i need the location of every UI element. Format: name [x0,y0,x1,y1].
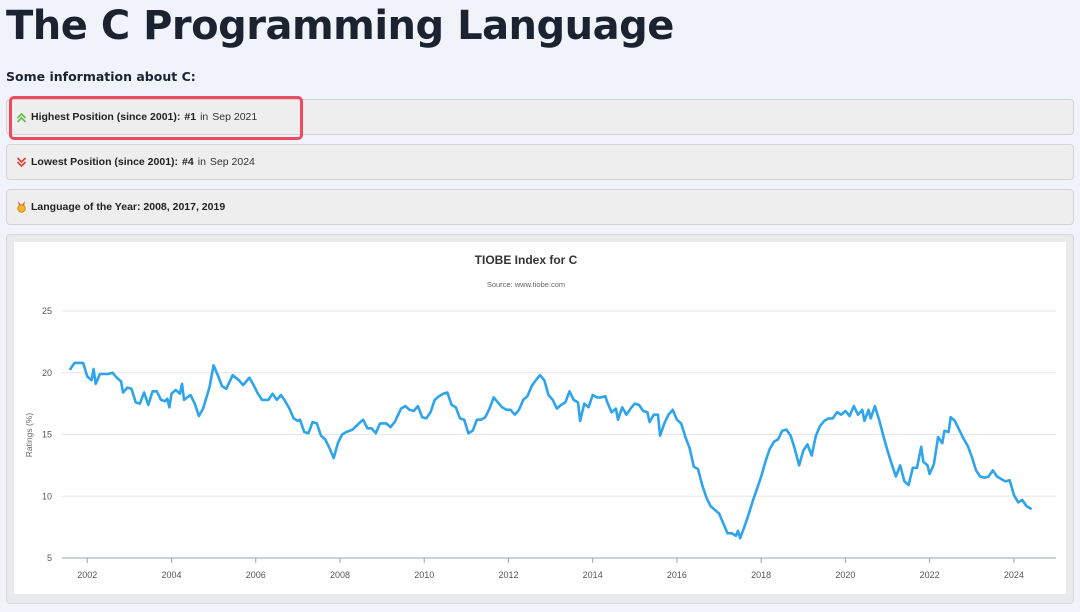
y-axis-label: Ratings (%) [24,413,34,458]
x-tick-label: 2024 [1004,570,1024,580]
double-chevron-down-icon [15,156,27,168]
y-tick-label: 25 [42,306,52,316]
highlight-outline [9,96,303,140]
x-tick-label: 2012 [498,570,518,580]
x-tick-label: 2014 [583,570,603,580]
x-tick-label: 2002 [77,570,97,580]
x-tick-label: 2022 [920,570,940,580]
x-tick-label: 2004 [161,570,181,580]
tiobe-line-chart: TIOBE Index for C Source: www.tiobe.com … [24,253,1056,580]
y-tick-label: 20 [42,368,52,378]
chart-subtitle: Source: www.tiobe.com [487,280,565,289]
language-of-year-box: Language of the Year: 2008, 2017, 2019 [6,189,1074,225]
y-tick-label: 10 [42,491,52,501]
language-of-year-label: Language of the Year: 2008, 2017, 2019 [31,201,226,213]
chart-title: TIOBE Index for C [475,253,578,267]
x-tick-label: 2018 [751,570,771,580]
page-title: The C Programming Language [6,3,674,49]
y-tick-label: 5 [47,553,52,563]
x-tick-label: 2008 [330,570,350,580]
x-tick-label: 2010 [414,570,434,580]
medal-icon [15,201,27,213]
lowest-position-box: Lowest Position (since 2001): #4 in Sep … [6,144,1074,180]
lowest-position-date: Sep 2024 [209,156,255,168]
lowest-position-label: Lowest Position (since 2001): [31,156,179,168]
x-tick-label: 2016 [667,570,687,580]
chart-container: TIOBE Index for C Source: www.tiobe.com … [14,242,1066,594]
section-heading: Some information about C: [6,69,196,84]
x-tick-label: 2006 [246,570,266,580]
lowest-position-value: #4 [182,156,194,168]
x-tick-label: 2020 [835,570,855,580]
lowest-position-in: in [197,156,206,168]
y-tick-label: 15 [42,430,52,440]
series-line [69,361,1032,540]
